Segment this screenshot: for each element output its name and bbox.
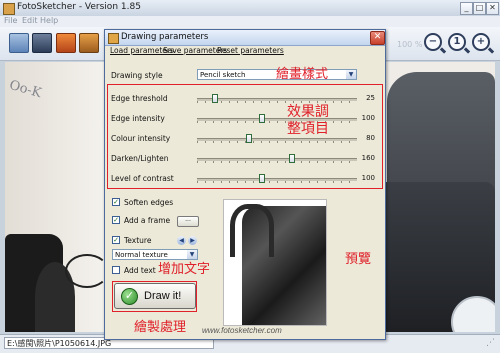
menu-help[interactable]: Help <box>40 16 58 25</box>
window-title: FotoSketcher - Version 1.85 <box>17 2 141 12</box>
annotation-add-text: 增加文字 <box>158 262 211 277</box>
annotation-adjust-2: 整項目 <box>287 121 329 137</box>
drawing-style-value: Pencil sketch <box>200 71 246 79</box>
minimize-button[interactable]: _ <box>460 2 473 15</box>
menu-bar: File Edit Help <box>0 16 500 27</box>
dialog-close-button[interactable]: ✕ <box>370 31 385 45</box>
open-folder-icon[interactable] <box>9 33 29 53</box>
texture-prev-icon[interactable]: ◀ <box>177 236 186 245</box>
texture-checkbox[interactable]: ✓ <box>112 236 120 244</box>
maximize-button[interactable]: □ <box>473 2 486 15</box>
app-icon <box>3 3 15 15</box>
annotation-style: 繪畫樣式 <box>276 67 329 82</box>
zoom-out-icon[interactable]: − <box>424 33 442 51</box>
soften-edges-checkbox[interactable]: ✓ <box>112 198 120 206</box>
website-link[interactable]: www.fotosketcher.com <box>202 326 282 335</box>
menu-file[interactable]: File <box>4 16 17 25</box>
dialog-icon <box>108 33 119 44</box>
texture-label: Texture <box>124 236 152 245</box>
preview-image <box>223 199 327 326</box>
add-text-label: Add text <box>124 266 156 275</box>
annotation-preview: 預覽 <box>345 252 372 267</box>
main-title-bar: FotoSketcher - Version 1.85 _ □ ✕ <box>0 0 500 17</box>
dialog-title-bar[interactable]: Drawing parameters ✕ <box>105 30 385 46</box>
dialog-menu: Load parameters Save parameters Reset pa… <box>105 45 385 57</box>
menu-edit[interactable]: Edit <box>22 16 38 25</box>
resize-grip-icon[interactable]: ⋰ <box>486 338 495 348</box>
frame-options-button[interactable]: ... <box>177 216 199 227</box>
drawing-style-label: Drawing style <box>111 71 163 80</box>
add-text-checkbox[interactable] <box>112 266 120 274</box>
close-button[interactable]: ✕ <box>486 2 499 15</box>
paste-icon[interactable] <box>56 33 76 53</box>
annotation-box-draw <box>112 281 197 312</box>
zoom-actual-icon[interactable]: 1 <box>448 33 466 51</box>
annotation-box-sliders <box>107 84 383 189</box>
annotation-draw: 繪製處理 <box>134 320 187 335</box>
zoom-level: 100 % <box>397 40 423 49</box>
dialog-title: Drawing parameters <box>121 32 209 42</box>
reset-parameters-menu[interactable]: Reset parameters <box>217 46 284 55</box>
soften-edges-label: Soften edges <box>124 198 174 207</box>
chevron-down-icon: ▼ <box>346 70 356 79</box>
photo-cable <box>65 254 109 288</box>
zoom-in-icon[interactable]: + <box>472 33 490 51</box>
save-disk-icon[interactable] <box>32 33 52 53</box>
copy-icon[interactable] <box>79 33 99 53</box>
texture-next-icon[interactable]: ▶ <box>188 236 197 245</box>
preview-strap <box>230 204 274 257</box>
add-frame-checkbox[interactable]: ✓ <box>112 216 120 224</box>
add-frame-label: Add a frame <box>124 216 171 225</box>
